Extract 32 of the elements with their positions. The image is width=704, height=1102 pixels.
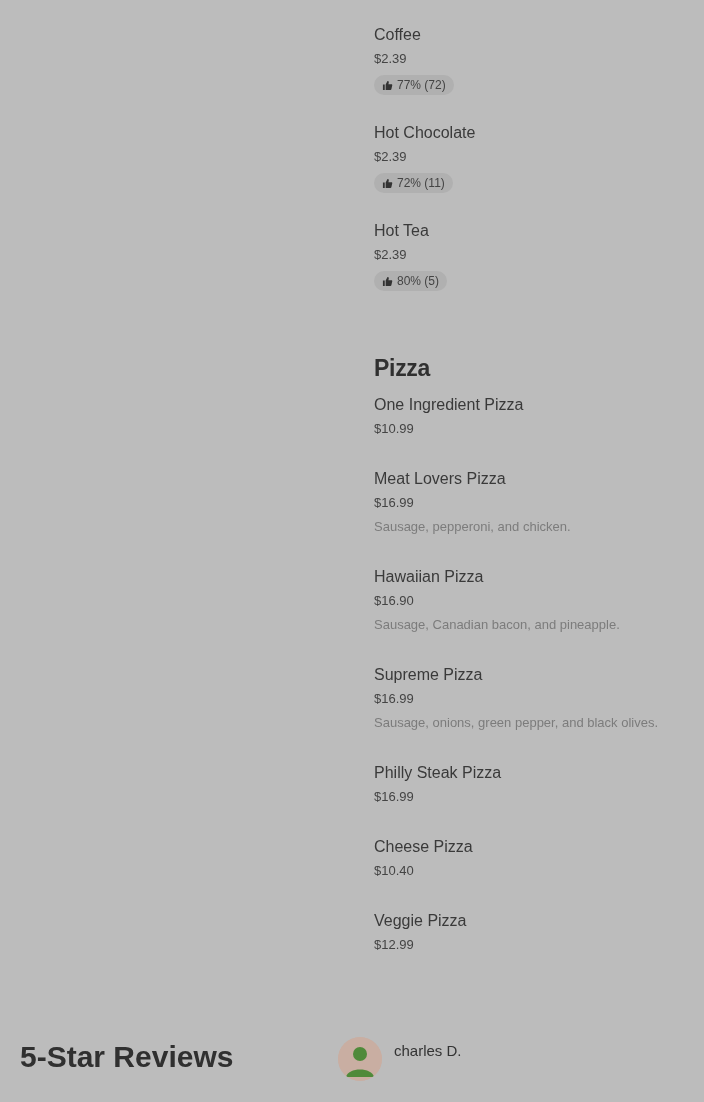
item-name[interactable]: Hot Tea: [374, 219, 429, 243]
thumbs-up-icon: [382, 177, 393, 189]
rating-badge: 72% (11): [374, 173, 453, 193]
item-price: $10.99: [374, 420, 414, 438]
section-heading: 5-Star Reviews: [20, 1040, 234, 1073]
item-name[interactable]: Hot Chocolate: [374, 121, 476, 145]
item-price: $10.40: [374, 862, 414, 880]
item-price: $16.90: [374, 592, 414, 610]
item-price: $12.99: [374, 936, 414, 954]
item-name[interactable]: One Ingredient Pizza: [374, 393, 524, 417]
item-price: $16.99: [374, 690, 414, 708]
item-description: Sausage, pepperoni, and chicken.: [374, 518, 571, 536]
item-name[interactable]: Supreme Pizza: [374, 663, 483, 687]
thumbs-up-icon: [382, 79, 393, 91]
item-price: $2.39: [374, 50, 407, 68]
item-price: $2.39: [374, 246, 407, 264]
item-price: $16.99: [374, 788, 414, 806]
item-name[interactable]: Hawaiian Pizza: [374, 565, 484, 589]
section-heading: Pizza: [374, 354, 432, 383]
review-author: charles D.: [394, 1041, 462, 1061]
item-name[interactable]: Meat Lovers Pizza: [374, 467, 506, 491]
item-description: Sausage, onions, green pepper, and black olives.: [374, 714, 659, 732]
rating-badge: 80% (5): [374, 271, 448, 291]
rating-badge: 77% (72): [374, 75, 454, 95]
item-name[interactable]: Cheese Pizza: [374, 835, 473, 859]
item-description: Sausage, Canadian bacon, and pineapple.: [374, 616, 620, 634]
item-name[interactable]: Philly Steak Pizza: [374, 761, 502, 785]
item-price: $2.39: [374, 148, 407, 166]
item-name[interactable]: Coffee: [374, 23, 421, 47]
thumbs-up-icon: [382, 275, 393, 287]
item-name[interactable]: Veggie Pizza: [374, 909, 467, 933]
item-price: $16.99: [374, 494, 414, 512]
